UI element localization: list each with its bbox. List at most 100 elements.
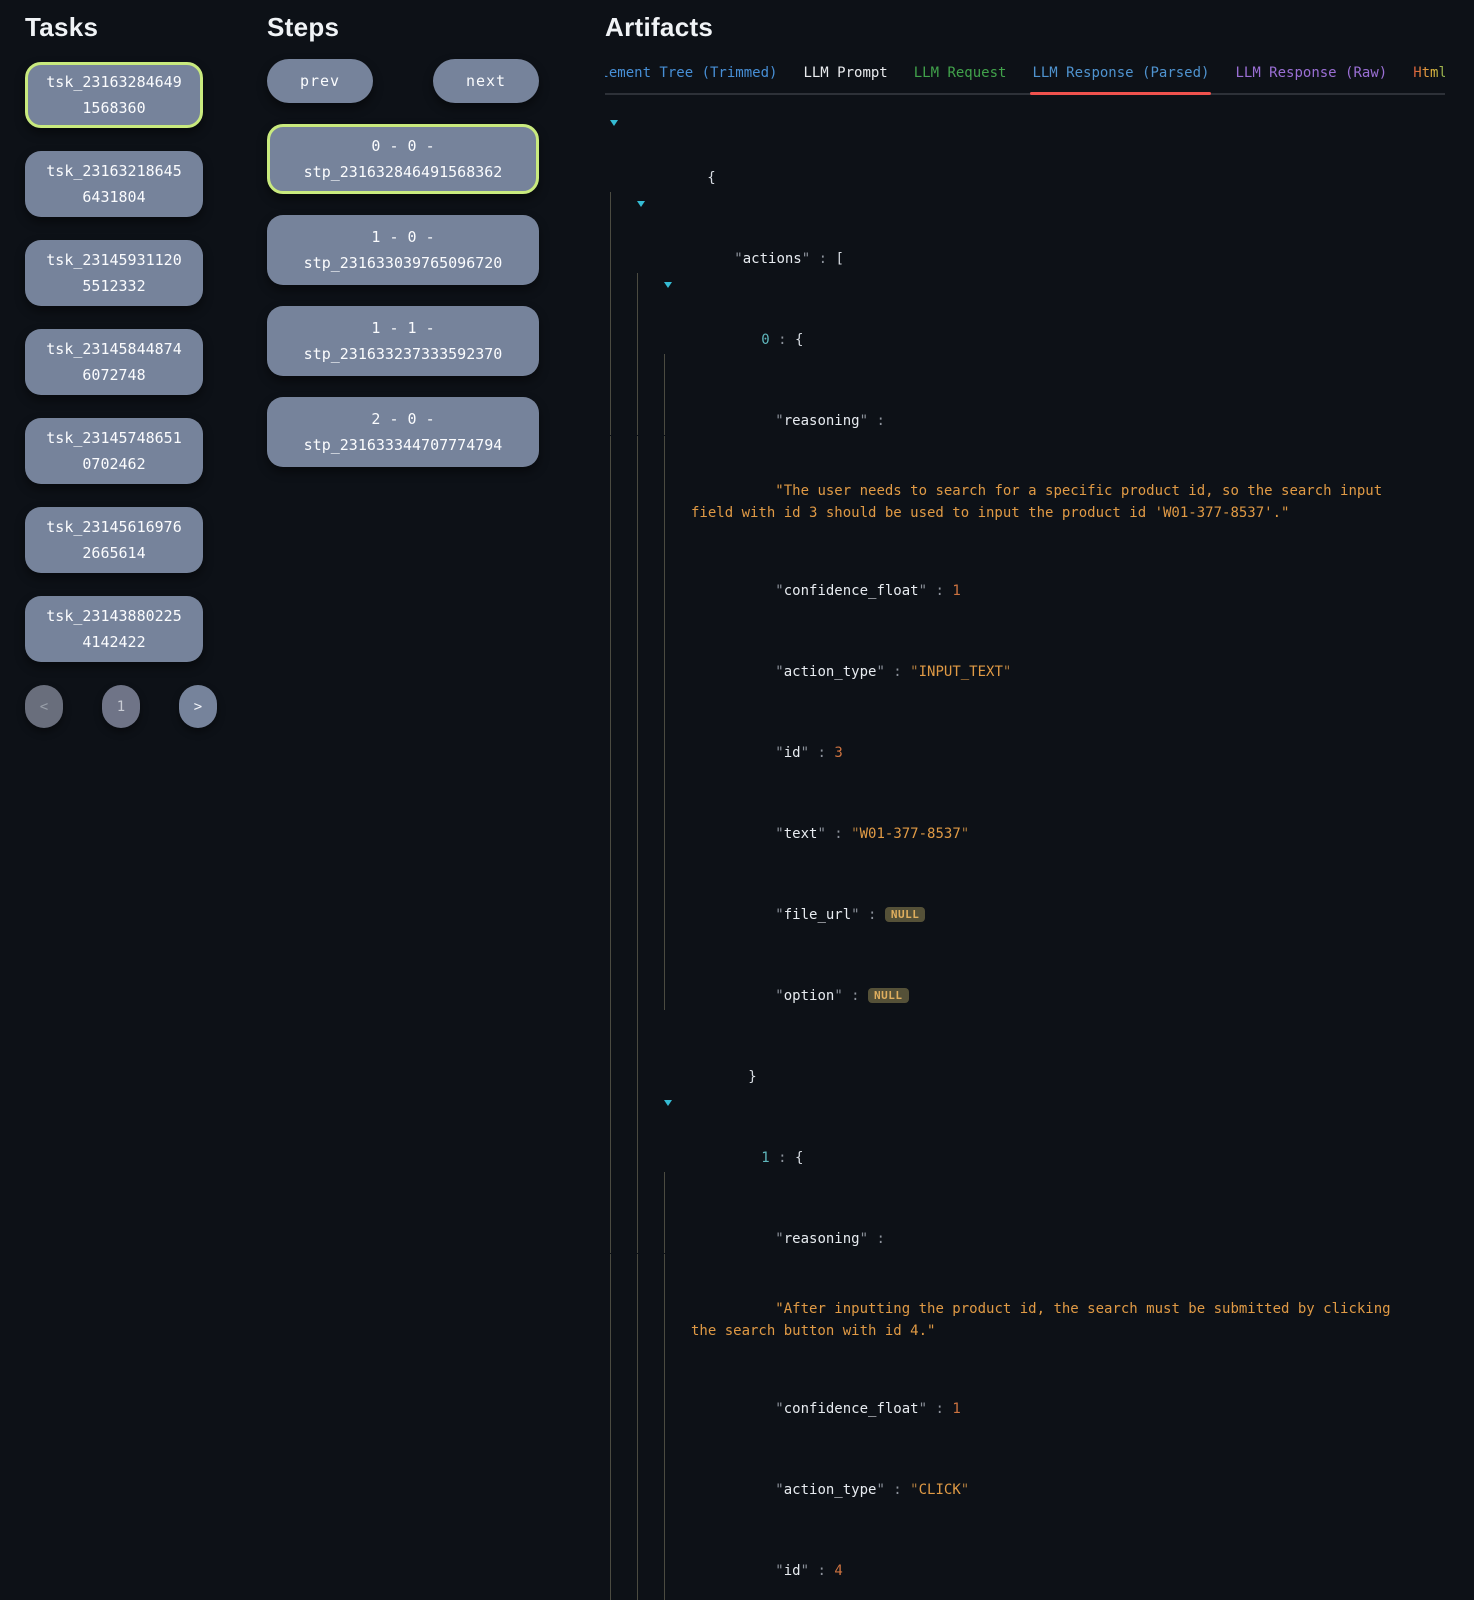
json-tokens: "reasoning" : bbox=[691, 354, 1421, 435]
json-tokens: 1 : { bbox=[677, 1091, 1421, 1172]
page-prev-button[interactable]: < bbox=[25, 685, 63, 728]
json-token: " bbox=[851, 826, 859, 842]
json-token: " : bbox=[817, 826, 851, 842]
json-tokens: "file_url" : NULL bbox=[691, 848, 1421, 929]
json-token: reasoning bbox=[784, 413, 860, 429]
json-token: "The user needs to search for a specific… bbox=[691, 483, 1391, 521]
json-row: "confidence_float" : 1 bbox=[605, 524, 1421, 605]
indent-guide bbox=[610, 1585, 637, 1600]
task-button[interactable]: tsk_231438802254142422 bbox=[25, 596, 203, 662]
indent-guide bbox=[637, 605, 664, 686]
chevron-down-icon bbox=[664, 1100, 672, 1122]
indent-guide bbox=[610, 848, 637, 929]
artifact-tab[interactable]: LLM Request bbox=[912, 61, 1009, 93]
indent-guide bbox=[610, 686, 637, 767]
indent-guide bbox=[610, 436, 637, 524]
json-token: id bbox=[784, 745, 801, 761]
json-row: "action_type" : "CLICK" bbox=[605, 1423, 1421, 1504]
task-button[interactable]: tsk_231632846491568360 bbox=[25, 62, 203, 128]
step-button[interactable]: 2 - 0 - stp_231633344707774794 bbox=[267, 397, 539, 467]
json-tokens: "id" : 4 bbox=[691, 1504, 1421, 1585]
step-button[interactable]: 1 - 0 - stp_231633039765096720 bbox=[267, 215, 539, 285]
expander[interactable] bbox=[637, 192, 650, 273]
json-token: 0 bbox=[761, 332, 769, 348]
indent-guide bbox=[664, 1254, 691, 1342]
page-next-button[interactable]: > bbox=[179, 685, 217, 728]
expander[interactable] bbox=[610, 111, 623, 192]
task-button[interactable]: tsk_231632186456431804 bbox=[25, 151, 203, 217]
json-token: " bbox=[775, 988, 783, 1004]
json-token: INPUT_TEXT bbox=[919, 664, 1003, 680]
json-token: " bbox=[775, 583, 783, 599]
indent-guide bbox=[664, 524, 691, 605]
chevron-down-icon bbox=[664, 282, 672, 304]
indent-guide bbox=[637, 767, 664, 848]
json-token: option bbox=[784, 988, 835, 1004]
task-button[interactable]: tsk_231459311205512332 bbox=[25, 240, 203, 306]
json-tokens: "The user needs to search for a specific… bbox=[691, 436, 1421, 524]
json-row: "action_type" : "INPUT_TEXT" bbox=[605, 605, 1421, 686]
step-nav-row: prev next bbox=[267, 59, 539, 103]
json-token: 1 bbox=[761, 1150, 769, 1166]
indent-guide bbox=[610, 1010, 637, 1091]
step-button[interactable]: 0 - 0 - stp_231632846491568362 bbox=[267, 124, 539, 194]
json-token: " : bbox=[860, 413, 885, 429]
page-number-button[interactable]: 1 bbox=[102, 685, 140, 728]
json-token: " bbox=[910, 1482, 918, 1498]
json-token: " : bbox=[801, 1563, 835, 1579]
json-token: [ bbox=[835, 251, 843, 267]
json-token: " : bbox=[802, 251, 836, 267]
indent-guide bbox=[637, 1010, 664, 1091]
json-tokens: "confidence_float" : 1 bbox=[691, 524, 1421, 605]
artifact-tab[interactable]: LLM Response (Parsed) bbox=[1030, 61, 1211, 93]
indent-guide bbox=[610, 605, 637, 686]
json-row: "id" : 4 bbox=[605, 1504, 1421, 1585]
indent-guide bbox=[637, 848, 664, 929]
indent-guide bbox=[637, 436, 664, 524]
indent-guide bbox=[610, 767, 637, 848]
artifact-tab[interactable]: LLM Response (Raw) bbox=[1233, 61, 1389, 93]
indent-guide bbox=[664, 1423, 691, 1504]
step-button[interactable]: 1 - 1 - stp_231633237333592370 bbox=[267, 306, 539, 376]
task-button[interactable]: tsk_231457486510702462 bbox=[25, 418, 203, 484]
indent-guide bbox=[664, 848, 691, 929]
json-token: : bbox=[770, 1150, 795, 1166]
json-token: " bbox=[734, 251, 742, 267]
indent-guide bbox=[610, 929, 637, 1010]
task-button[interactable]: tsk_231458448746072748 bbox=[25, 329, 203, 395]
prev-step-button[interactable]: prev bbox=[267, 59, 373, 103]
indent-guide bbox=[637, 1423, 664, 1504]
indent-guide bbox=[664, 767, 691, 848]
json-token: " : bbox=[876, 664, 910, 680]
chevron-down-icon bbox=[637, 201, 645, 223]
expander[interactable] bbox=[664, 273, 677, 354]
json-row: "actions" : [ bbox=[605, 192, 1421, 273]
indent-guide bbox=[664, 605, 691, 686]
steps-panel: Steps prev next 0 - 0 - stp_231632846491… bbox=[267, 0, 539, 800]
indent-guide bbox=[610, 273, 637, 354]
json-row: 1 : { bbox=[605, 1091, 1421, 1172]
indent-guide bbox=[637, 1172, 664, 1253]
json-token: " : bbox=[876, 1482, 910, 1498]
json-row: "text" : "W01-377-8537" bbox=[605, 767, 1421, 848]
indent-guide bbox=[610, 1091, 637, 1172]
json-tokens: "After inputting the product id, the sea… bbox=[691, 1254, 1421, 1342]
json-row: "reasoning" : bbox=[605, 1172, 1421, 1253]
artifact-tab[interactable]: Html (Raw) bbox=[1411, 61, 1445, 93]
next-step-button[interactable]: next bbox=[433, 59, 539, 103]
json-token: " bbox=[775, 1231, 783, 1247]
indent-guide bbox=[664, 1172, 691, 1253]
json-token: " bbox=[775, 745, 783, 761]
artifact-tab[interactable]: LLM Prompt bbox=[801, 61, 889, 93]
task-button[interactable]: tsk_231456169762665614 bbox=[25, 507, 203, 573]
json-token: actions bbox=[743, 251, 802, 267]
json-token: "After inputting the product id, the sea… bbox=[691, 1301, 1399, 1339]
artifact-tab[interactable]: Element Tree (Trimmed) bbox=[605, 61, 779, 93]
indent-guide bbox=[664, 686, 691, 767]
expander[interactable] bbox=[664, 1091, 677, 1172]
indent-guide bbox=[664, 929, 691, 1010]
step-list: 0 - 0 - stp_231632846491568362 1 - 0 - s… bbox=[267, 124, 539, 467]
indent-guide bbox=[610, 1423, 637, 1504]
json-token: text bbox=[784, 826, 818, 842]
steps-title: Steps bbox=[267, 12, 539, 43]
